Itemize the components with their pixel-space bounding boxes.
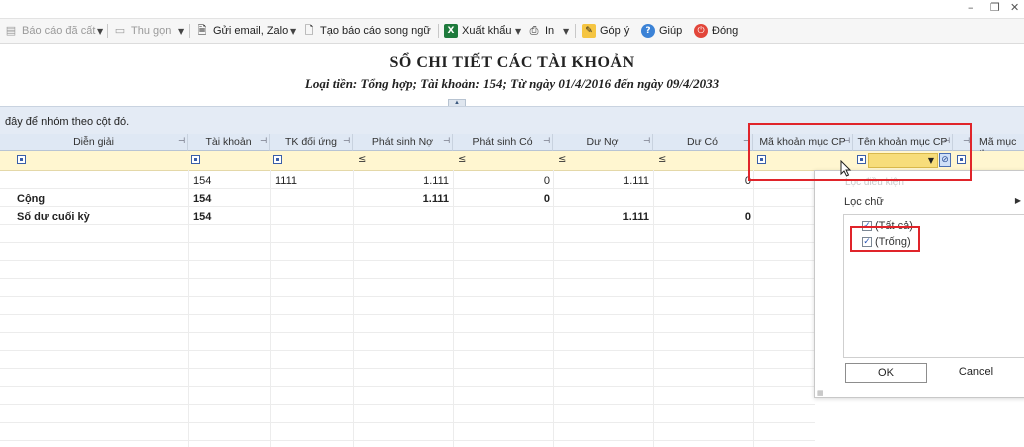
- feedback-icon: ✎: [582, 24, 596, 38]
- toolbar: ▤ Báo cáo đã cất ▼ ▭ Thu gọn ▼ 🗎 Gửi ema…: [0, 19, 1024, 44]
- document-icon: 🗎: [197, 24, 207, 37]
- print-dropdown[interactable]: ▼: [563, 27, 569, 36]
- export-button[interactable]: X Xuất khẩu: [444, 22, 512, 40]
- column-filter-popup: Lọc điều kiện Lọc chữ ▶ ✓ (Tất cả) ✓ (Tr…: [814, 170, 1024, 398]
- close-window-button[interactable]: ✕: [1010, 1, 1019, 14]
- feedback-button[interactable]: ✎ Góp ý: [582, 22, 629, 40]
- collapse-button[interactable]: ▭ Thu gọn: [113, 22, 172, 40]
- saved-reports-dropdown[interactable]: ▼: [97, 27, 103, 36]
- report-subtitle: Loại tiền: Tổng hợp; Tài khoản: 154; Từ …: [304, 76, 720, 91]
- column-header-tk-doi-ung[interactable]: TK đối ứng ⊣: [270, 134, 353, 151]
- filter-checkbox-dien-giai[interactable]: [17, 155, 26, 164]
- pin-icon[interactable]: ⊣: [178, 136, 185, 145]
- export-dropdown[interactable]: ▼: [515, 27, 521, 36]
- column-header-phat-sinh-no[interactable]: Phát sinh Nợ ⊣: [353, 134, 453, 151]
- help-button[interactable]: ? Giúp: [641, 22, 682, 40]
- save-report-icon: ▤: [5, 24, 17, 37]
- power-icon: ⏻: [694, 24, 708, 38]
- column-header-du-no[interactable]: Dư Nợ ⊣: [553, 134, 653, 151]
- filter-checkbox-tai-khoan[interactable]: [191, 155, 200, 164]
- ok-button[interactable]: OK: [845, 363, 927, 383]
- highlight-box-columns: [748, 123, 972, 181]
- column-header-tai-khoan[interactable]: Tài khoản ⊣: [188, 134, 270, 151]
- filter-operator-phat-sinh-no[interactable]: ≤: [358, 154, 366, 165]
- pin-icon[interactable]: ⊣: [343, 136, 350, 145]
- highlight-box-empty-option: [850, 226, 920, 252]
- collapse-dropdown[interactable]: ▼: [178, 27, 184, 36]
- minimize-button[interactable]: –: [968, 1, 974, 14]
- filter-checkbox-tk-doi-ung[interactable]: [273, 155, 282, 164]
- window-titlebar: – ❐ ✕: [0, 0, 1024, 19]
- cancel-button[interactable]: Cancel: [935, 363, 1017, 383]
- printer-icon: ⎙: [529, 24, 539, 37]
- collapse-icon: ▭: [114, 24, 126, 37]
- excel-icon: X: [444, 24, 458, 38]
- report-title: SỔ CHI TIẾT CÁC TÀI KHOẢN: [389, 54, 635, 71]
- column-header-dien-giai[interactable]: Diễn giải ⊣: [0, 134, 188, 151]
- help-icon: ?: [641, 24, 655, 38]
- group-by-hint: đây để nhóm theo cột đó.: [5, 116, 130, 128]
- send-email-zalo-button[interactable]: 🗎 Gửi email, Zalo: [195, 22, 289, 40]
- saved-reports-button[interactable]: ▤ Báo cáo đã cất: [4, 22, 96, 40]
- resize-grip-icon[interactable]: ▦: [817, 389, 824, 397]
- text-filter-menu[interactable]: Lọc chữ: [844, 196, 884, 208]
- mouse-cursor-icon: [840, 160, 852, 177]
- filter-operator-du-co[interactable]: ≤: [658, 154, 666, 165]
- column-header-phat-sinh-co[interactable]: Phát sinh Có ⊣: [453, 134, 553, 151]
- filter-operator-du-no[interactable]: ≤: [558, 154, 566, 165]
- pin-icon[interactable]: ⊣: [260, 136, 267, 145]
- bilingual-report-button[interactable]: 🗋 Tạo báo cáo song ngữ: [302, 22, 431, 40]
- filter-operator-phat-sinh-co[interactable]: ≤: [458, 154, 466, 165]
- close-report-button[interactable]: ⏻ Đóng: [694, 22, 738, 40]
- print-button[interactable]: ⎙ In: [527, 22, 555, 40]
- restore-button[interactable]: ❐: [990, 1, 1000, 14]
- send-email-dropdown[interactable]: ▼: [290, 27, 296, 36]
- column-header-du-co[interactable]: Dư Có ⊣: [653, 134, 753, 151]
- pin-icon[interactable]: ⊣: [543, 136, 550, 145]
- pin-icon[interactable]: ⊣: [643, 136, 650, 145]
- chevron-right-icon: ▶: [1014, 196, 1021, 205]
- pin-icon[interactable]: ⊣: [443, 136, 450, 145]
- document-edit-icon: 🗋: [304, 24, 314, 37]
